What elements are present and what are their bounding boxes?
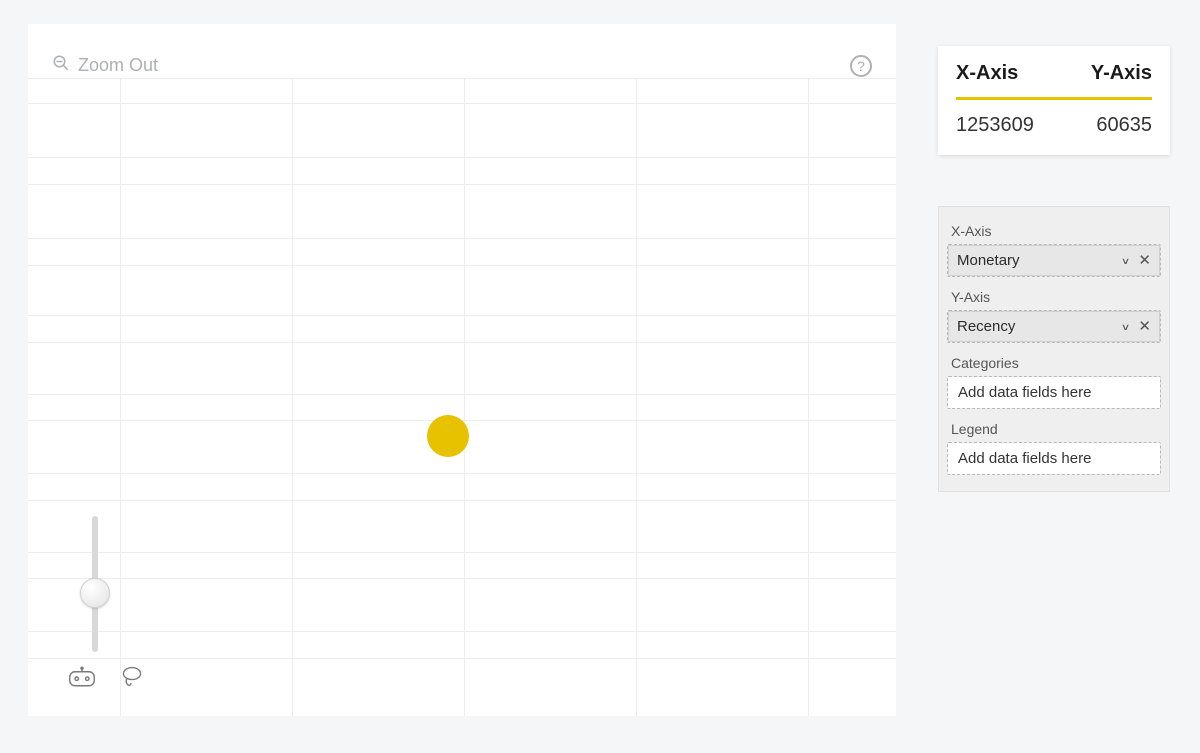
zoom-out-label: Zoom Out: [78, 55, 158, 76]
x-axis-field-well[interactable]: Monetary ∨ ✕: [947, 244, 1161, 277]
zoom-out-button[interactable]: Zoom Out: [52, 54, 158, 77]
lasso-icon[interactable]: [118, 665, 146, 694]
close-icon[interactable]: ✕: [1138, 253, 1151, 268]
x-axis-field-pill[interactable]: Monetary ∨ ✕: [948, 245, 1160, 276]
zoom-slider-thumb[interactable]: [80, 578, 110, 608]
y-axis-field-name: Recency: [957, 318, 1015, 335]
chart-header: Zoom Out ?: [52, 54, 872, 77]
legend-field-well[interactable]: Add data fields here: [947, 442, 1161, 475]
legend-placeholder: Add data fields here: [948, 443, 1160, 474]
categories-label: Categories: [947, 349, 1161, 376]
values-y: 60635: [1096, 114, 1152, 137]
zoom-slider[interactable]: [80, 516, 110, 652]
chart-panel: Zoom Out ?: [28, 24, 896, 716]
y-axis-field-pill[interactable]: Recency ∨ ✕: [948, 311, 1160, 342]
help-icon: ?: [857, 58, 865, 74]
zoom-out-icon: [52, 54, 70, 77]
x-axis-field-name: Monetary: [957, 252, 1020, 269]
categories-field-well[interactable]: Add data fields here: [947, 376, 1161, 409]
chart-grid[interactable]: [28, 78, 896, 716]
help-button[interactable]: ?: [850, 55, 872, 77]
y-axis-label: Y-Axis: [947, 283, 1161, 310]
axis-values-card: X-Axis Y-Axis 1253609 60635: [938, 46, 1170, 155]
values-header-x: X-Axis: [956, 62, 1018, 85]
fields-panel: X-Axis Monetary ∨ ✕ Y-Axis Recency ∨ ✕ C…: [938, 206, 1170, 492]
legend-label: Legend: [947, 415, 1161, 442]
bottom-tools: [68, 665, 146, 694]
chevron-down-icon[interactable]: ∨: [1121, 321, 1131, 332]
chevron-down-icon[interactable]: ∨: [1121, 255, 1131, 266]
values-header-y: Y-Axis: [1091, 62, 1152, 85]
categories-placeholder: Add data fields here: [948, 377, 1160, 408]
close-icon[interactable]: ✕: [1138, 319, 1151, 334]
values-x: 1253609: [956, 114, 1034, 137]
scatter-point[interactable]: [427, 415, 469, 457]
controller-icon[interactable]: [68, 665, 96, 694]
x-axis-label: X-Axis: [947, 217, 1161, 244]
y-axis-field-well[interactable]: Recency ∨ ✕: [947, 310, 1161, 343]
